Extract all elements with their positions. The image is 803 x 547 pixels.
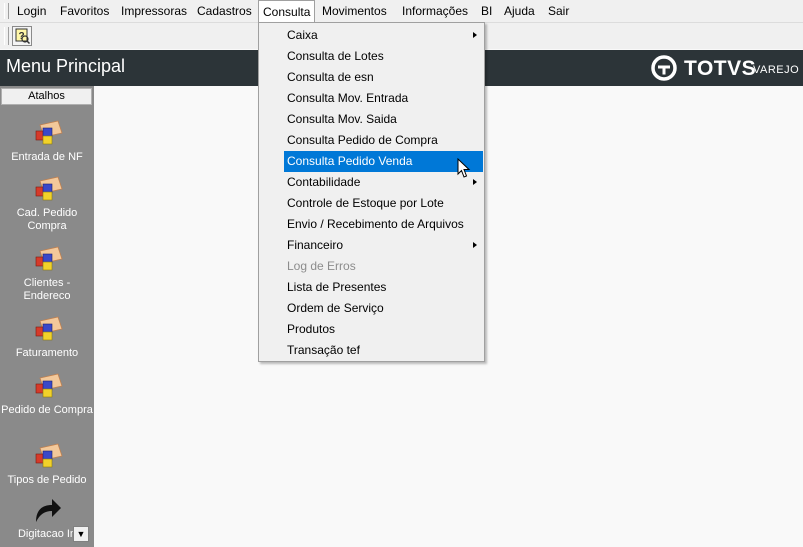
curved-arrow-icon bbox=[36, 499, 61, 522]
sidebar-heading: Atalhos bbox=[1, 88, 92, 105]
blocks-icon bbox=[35, 316, 63, 341]
menu-item-consulta-mov-saida[interactable]: Consulta Mov. Saida bbox=[284, 109, 483, 130]
menu-item-label: Controle de Estoque por Lote bbox=[287, 196, 444, 210]
menu-login[interactable]: Login bbox=[13, 1, 50, 21]
menu-item-contabilidade[interactable]: Contabilidade bbox=[284, 172, 483, 193]
menu-item-label: Consulta de Lotes bbox=[287, 49, 384, 63]
menu-favoritos[interactable]: Favoritos bbox=[56, 1, 113, 21]
menu-item-label: Lista de Presentes bbox=[287, 280, 387, 294]
shortcut-label: Tipos de Pedido bbox=[7, 474, 87, 486]
menu-item-consulta-pedido-venda[interactable]: Consulta Pedido Venda bbox=[284, 151, 483, 172]
menu-item-controle-de-estoque-por-lote[interactable]: Controle de Estoque por Lote bbox=[284, 193, 483, 214]
menu-item-caixa[interactable]: Caixa bbox=[284, 25, 483, 46]
menu-impressoras[interactable]: Impressoras bbox=[117, 1, 191, 21]
shortcut-label: Entrada de NF bbox=[11, 151, 83, 163]
menu-item-consulta-pedido-de-compra[interactable]: Consulta Pedido de Compra bbox=[284, 130, 483, 151]
menu-item-financeiro[interactable]: Financeiro bbox=[284, 235, 483, 256]
menu-bi[interactable]: BI bbox=[477, 1, 496, 21]
shortcut-cad-pedido-compra[interactable]: Cad. Pedido Compra bbox=[0, 175, 94, 233]
submenu-arrow-icon bbox=[473, 242, 477, 248]
help-search-button[interactable]: ? bbox=[12, 26, 32, 46]
shortcut-entrada-de-nf[interactable]: Entrada de NF bbox=[0, 119, 94, 164]
submenu-arrow-icon bbox=[473, 179, 477, 185]
blocks-icon bbox=[35, 373, 63, 398]
menu-item-label: Log de Erros bbox=[287, 259, 356, 273]
menu-item-label: Consulta Mov. Saida bbox=[287, 112, 397, 126]
toolbar-grip bbox=[4, 27, 9, 45]
menu-item-label: Consulta Pedido Venda bbox=[287, 154, 413, 168]
shortcut-tipos-de-pedido[interactable]: Tipos de Pedido bbox=[0, 442, 94, 487]
menu-item-label: Caixa bbox=[287, 28, 318, 42]
shortcut-clientes-endereco[interactable]: Clientes - Endereco bbox=[0, 245, 94, 303]
menu-item-ordem-de-servico[interactable]: Ordem de Serviço bbox=[284, 298, 483, 319]
menu-item-log-de-erros: Log de Erros bbox=[284, 256, 483, 277]
menu-cadastros[interactable]: Cadastros bbox=[193, 1, 256, 21]
menu-item-label: Contabilidade bbox=[287, 175, 361, 189]
menu-item-consulta-de-esn[interactable]: Consulta de esn bbox=[284, 67, 483, 88]
shortcut-pedido-de-compra[interactable]: Pedido de Compra bbox=[0, 372, 94, 417]
menu-item-transacao-tef[interactable]: Transação tef bbox=[284, 340, 483, 361]
blocks-icon bbox=[35, 443, 63, 468]
consulta-dropdown-menu: Caixa Consulta de Lotes Consulta de esn … bbox=[258, 22, 485, 362]
blocks-icon bbox=[35, 246, 63, 271]
shortcut-label: Cad. Pedido Compra bbox=[16, 207, 78, 232]
menu-sair[interactable]: Sair bbox=[544, 1, 573, 21]
menu-item-label: Envio / Recebimento de Arquivos bbox=[287, 217, 464, 231]
logo-subtext: VAREJO bbox=[753, 64, 800, 76]
menu-bar: Login Favoritos Impressoras Cadastros Co… bbox=[0, 0, 803, 23]
menu-item-produtos[interactable]: Produtos bbox=[284, 319, 483, 340]
menu-item-label: Consulta de esn bbox=[287, 70, 374, 84]
logo-text: TOTVS bbox=[684, 57, 757, 80]
menu-item-label: Transação tef bbox=[287, 343, 360, 357]
page-title: Menu Principal bbox=[6, 56, 126, 76]
help-search-icon: ? bbox=[15, 28, 31, 45]
menu-item-label: Ordem de Serviço bbox=[287, 301, 384, 315]
shortcut-faturamento[interactable]: Faturamento bbox=[0, 315, 94, 360]
shortcut-label: Pedido de Compra bbox=[1, 404, 93, 416]
menu-ajuda[interactable]: Ajuda bbox=[500, 1, 539, 21]
chevron-down-icon: ▼ bbox=[76, 529, 86, 539]
shortcuts-sidebar: Atalhos Entrada de NF Cad. Pedido Compra… bbox=[0, 86, 94, 547]
shortcut-label: Clientes - Endereco bbox=[23, 277, 71, 302]
shortcut-label: Digitacao In bbox=[17, 528, 77, 540]
blocks-icon bbox=[35, 120, 63, 145]
menu-informacoes[interactable]: Informações bbox=[398, 1, 472, 21]
menu-bar-grip bbox=[4, 3, 9, 19]
menu-item-label: Consulta Mov. Entrada bbox=[287, 91, 409, 105]
menu-item-consulta-de-lotes[interactable]: Consulta de Lotes bbox=[284, 46, 483, 67]
shortcut-label: Faturamento bbox=[15, 347, 79, 359]
menu-item-envio-recebimento-de-arquivos[interactable]: Envio / Recebimento de Arquivos bbox=[284, 214, 483, 235]
menu-item-label: Produtos bbox=[287, 322, 336, 336]
menu-item-lista-de-presentes[interactable]: Lista de Presentes bbox=[284, 277, 483, 298]
menu-item-consulta-mov-entrada[interactable]: Consulta Mov. Entrada bbox=[284, 88, 483, 109]
menu-item-label: Financeiro bbox=[287, 238, 344, 252]
menu-consulta[interactable]: Consulta bbox=[258, 0, 316, 23]
sidebar-scroll-down-button[interactable]: ▼ bbox=[73, 526, 89, 542]
mouse-pointer-icon bbox=[457, 158, 471, 178]
menu-item-label: Consulta Pedido de Compra bbox=[287, 133, 438, 147]
blocks-icon bbox=[35, 176, 63, 201]
menu-movimentos[interactable]: Movimentos bbox=[318, 1, 391, 21]
totvs-logo-icon bbox=[651, 55, 677, 81]
submenu-arrow-icon bbox=[473, 32, 477, 38]
totvs-logo: TOTVS VAREJO bbox=[651, 55, 799, 81]
